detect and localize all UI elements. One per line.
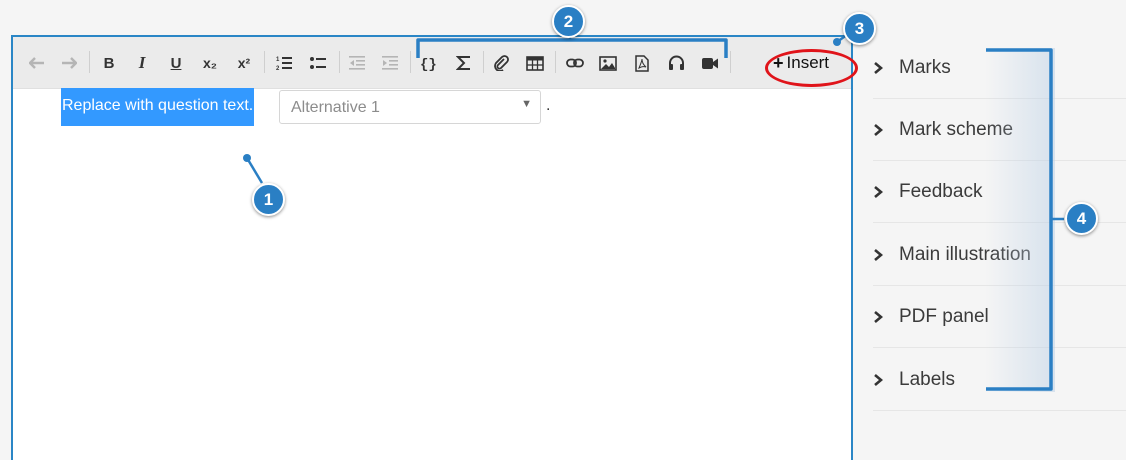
dropdown-value: Alternative 1: [291, 99, 380, 116]
pdf-button[interactable]: [630, 51, 654, 75]
paperclip-icon: [494, 55, 509, 71]
code-button[interactable]: {}: [417, 51, 441, 75]
highlight-oval: [765, 49, 858, 87]
chevron-right-icon: [873, 310, 893, 324]
ordered-list-button[interactable]: 12: [272, 51, 296, 75]
question-editor: B I U x₂ x² 12 {} + Insert Replace with …: [11, 35, 858, 460]
trailing-text: .: [546, 97, 551, 114]
outdent-icon: [349, 56, 365, 70]
underline-icon: U: [170, 54, 182, 72]
link-button[interactable]: [563, 51, 587, 75]
image-button[interactable]: [596, 51, 620, 75]
audio-button[interactable]: [664, 51, 688, 75]
bold-icon: B: [103, 54, 115, 72]
bullet-list-button[interactable]: [306, 51, 330, 75]
svg-text:2: 2: [276, 66, 280, 71]
editor-toolbar: B I U x₂ x² 12 {} + Insert: [13, 37, 858, 89]
indent-icon: [382, 56, 398, 70]
chevron-right-icon: [873, 373, 893, 387]
table-icon: [526, 55, 544, 71]
italic-button[interactable]: I: [130, 51, 154, 75]
curly-braces-icon: {}: [420, 57, 437, 71]
sidebar-item-label: Feedback: [899, 180, 983, 202]
underline-button[interactable]: U: [164, 51, 188, 75]
superscript-button[interactable]: x²: [232, 51, 256, 75]
undo-button[interactable]: [25, 51, 49, 75]
chevron-right-icon: [873, 248, 893, 262]
annotation-badge-4: 4: [1065, 202, 1098, 235]
bold-button[interactable]: B: [97, 51, 121, 75]
formula-button[interactable]: [452, 51, 476, 75]
subscript-icon: x₂: [202, 55, 217, 71]
attachment-button[interactable]: [489, 51, 513, 75]
question-text[interactable]: Replace with question text.: [61, 88, 255, 126]
video-camera-icon: [702, 57, 718, 69]
table-button[interactable]: [523, 51, 547, 75]
sigma-icon: [456, 56, 470, 70]
outdent-button[interactable]: [345, 51, 369, 75]
chevron-right-icon: [873, 61, 893, 75]
dropdown-arrow-icon: ▼: [521, 98, 532, 110]
image-icon: [599, 55, 617, 71]
pdf-icon: [635, 54, 649, 72]
chevron-right-icon: [873, 185, 893, 199]
subscript-button[interactable]: x₂: [198, 51, 222, 75]
sidebar-item-label: PDF panel: [899, 305, 989, 327]
superscript-icon: x²: [237, 55, 251, 71]
video-button[interactable]: [698, 51, 722, 75]
svg-text:{}: {}: [420, 57, 437, 71]
redo-button[interactable]: [57, 51, 81, 75]
chevron-right-icon: [873, 123, 893, 137]
alternative-dropdown[interactable]: Alternative 1 ▼: [279, 90, 541, 124]
sidebar-item-label: Marks: [899, 56, 951, 78]
link-icon: [566, 58, 584, 68]
redo-icon: [62, 57, 77, 69]
indent-button[interactable]: [378, 51, 402, 75]
sidebar-bracket-shade: [985, 48, 1055, 392]
annotation-badge-3: 3: [843, 12, 876, 45]
italic-icon: I: [138, 53, 146, 72]
sidebar-item-label: Labels: [899, 368, 955, 390]
bullet-list-icon: [310, 57, 326, 69]
annotation-badge-1: 1: [252, 183, 285, 216]
ordered-list-icon: 12: [276, 57, 292, 71]
svg-text:1: 1: [276, 57, 280, 63]
annotation-badge-2: 2: [552, 5, 585, 38]
headphones-icon: [668, 55, 684, 70]
undo-icon: [29, 57, 44, 69]
